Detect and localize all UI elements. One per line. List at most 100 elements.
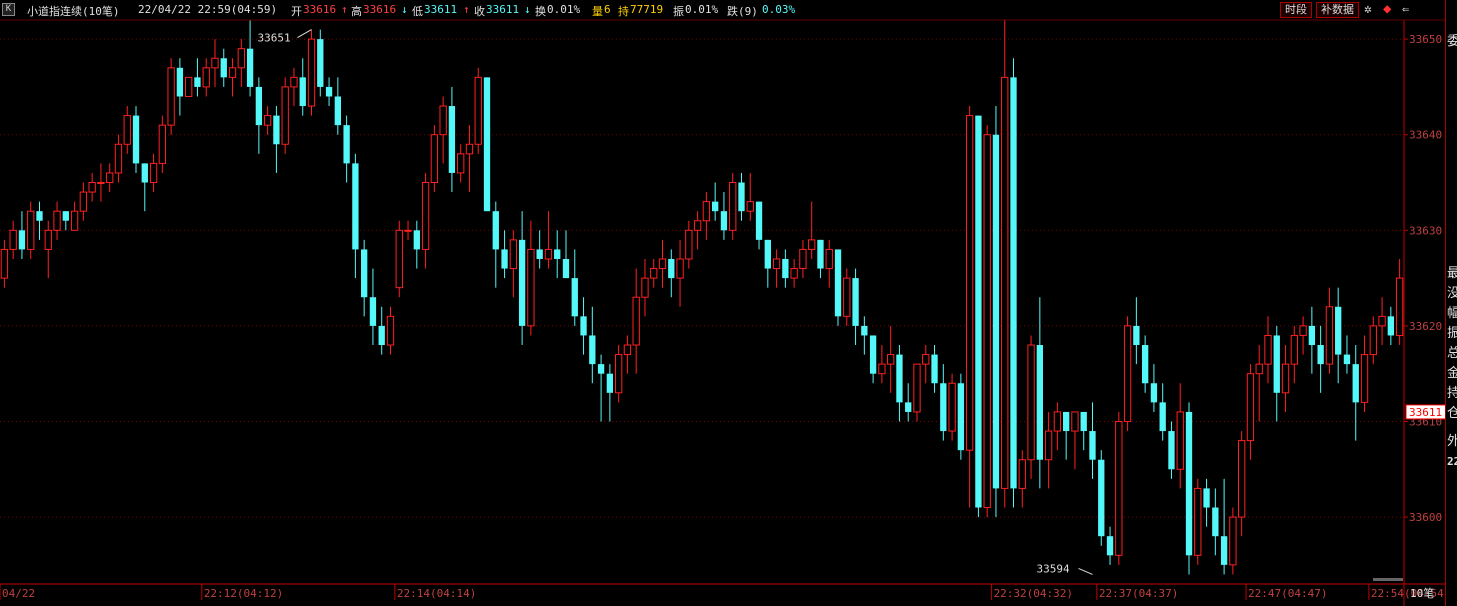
candle [79,182,88,221]
candle [1036,297,1043,489]
candle-body-down [931,354,938,384]
candle [343,115,350,183]
candle [9,220,17,259]
right-panel-label: 幅 [1447,306,1457,321]
candle-body-up [474,76,482,145]
candle [676,239,684,307]
candle-body-down [299,77,306,107]
candle [1290,325,1298,384]
candle [1387,306,1394,346]
candlestick-chart[interactable]: 3365133594 33600336103362033630336403365… [0,0,1445,606]
candle-body-up [1018,459,1026,489]
candle [474,67,482,154]
candle [764,239,771,288]
candle-body-up [307,38,316,107]
candle [1168,421,1175,479]
candle [1264,316,1272,384]
candle-body-down [1106,536,1114,556]
right-panel-label: 振 [1447,326,1457,341]
candle-body-up [772,258,781,270]
candle-body-down [597,364,605,374]
right-info-panel: 委最没幅振总金持仓外 22 [1445,0,1457,606]
candle-body-down [1335,306,1342,355]
candle [1317,325,1324,393]
candle [571,249,578,326]
candle-body-up [202,67,210,88]
candle [369,268,377,346]
candle-body-up [1369,325,1377,356]
candle [1123,316,1132,432]
candle-body-down [536,249,543,259]
candle-body-down [343,125,350,164]
candle [317,29,324,97]
candle [720,192,728,240]
candle-body-down [352,163,359,250]
candle [905,383,912,422]
candle-body-up [843,277,851,317]
candle [123,106,131,154]
candle [501,230,508,279]
candle [606,364,614,422]
candle-body-up [9,229,17,250]
candle [158,115,166,173]
candle [1369,316,1377,365]
candle [852,268,859,346]
candle-body-down [492,211,499,250]
candle-body-down [589,335,596,365]
candle [237,39,245,87]
candle-body-down [817,239,824,269]
candle [940,364,947,441]
candle [965,106,974,508]
candle [861,316,868,355]
candle-body-up [123,115,131,145]
candle [975,115,982,518]
candle-body-up [386,315,395,346]
candle [114,134,123,183]
candle-body-down [141,163,148,183]
candle [307,29,316,116]
candle [755,201,763,250]
candle-body-down [869,335,877,374]
x-tick-label: 22:12(04:12) [204,587,283,600]
candle [141,163,148,212]
candle-body-down [1343,354,1351,365]
candle [825,239,833,288]
candle-body-down [896,354,903,403]
y-tick-label: 33620 [1409,320,1442,333]
x-tick-label: 22:37(04:37) [1099,587,1178,600]
candle [992,106,1000,518]
candle-body-down [1080,411,1087,432]
candle [1255,345,1263,422]
candle [1001,20,1009,508]
candle-body-up [88,182,96,193]
candle [1115,411,1123,565]
candle [1220,478,1228,575]
candle-body-up [702,201,711,222]
candle [948,373,956,441]
scrollbar-thumb[interactable] [1373,578,1403,581]
candle [702,192,711,240]
candle [772,249,781,288]
candle [817,239,824,279]
candle-body-up [290,76,298,88]
candle [658,239,667,288]
candle-body-up [281,86,289,145]
candle-body-up [457,153,465,174]
candle [1150,364,1158,412]
candle [1106,526,1114,565]
candle-body-down [834,249,842,317]
candle-body-up [676,258,684,279]
right-panel-label: 委 [1447,34,1457,49]
candle [527,220,535,336]
candle [922,345,930,384]
candle [1185,402,1193,575]
candle-body-down [1203,488,1210,508]
candle [1141,335,1149,393]
candle [887,325,895,393]
candle [36,201,43,240]
candle [1089,402,1096,479]
candle [492,201,499,288]
candle [843,268,851,326]
candle [623,335,632,374]
candle [878,345,886,384]
